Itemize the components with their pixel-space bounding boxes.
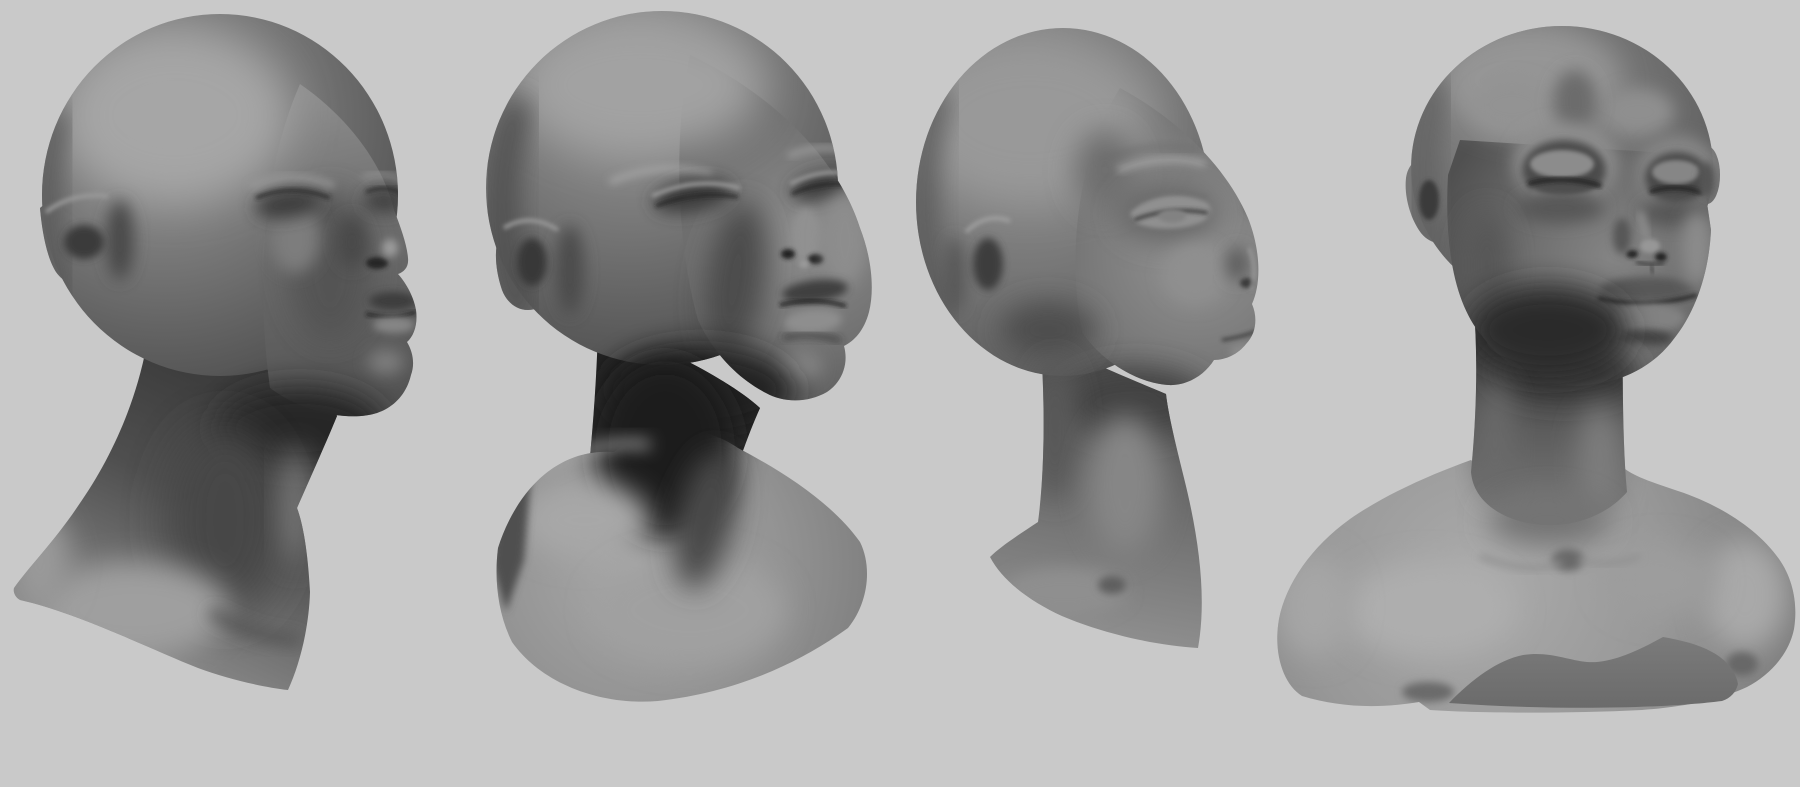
sculpt-render-canvas [0,0,1800,787]
